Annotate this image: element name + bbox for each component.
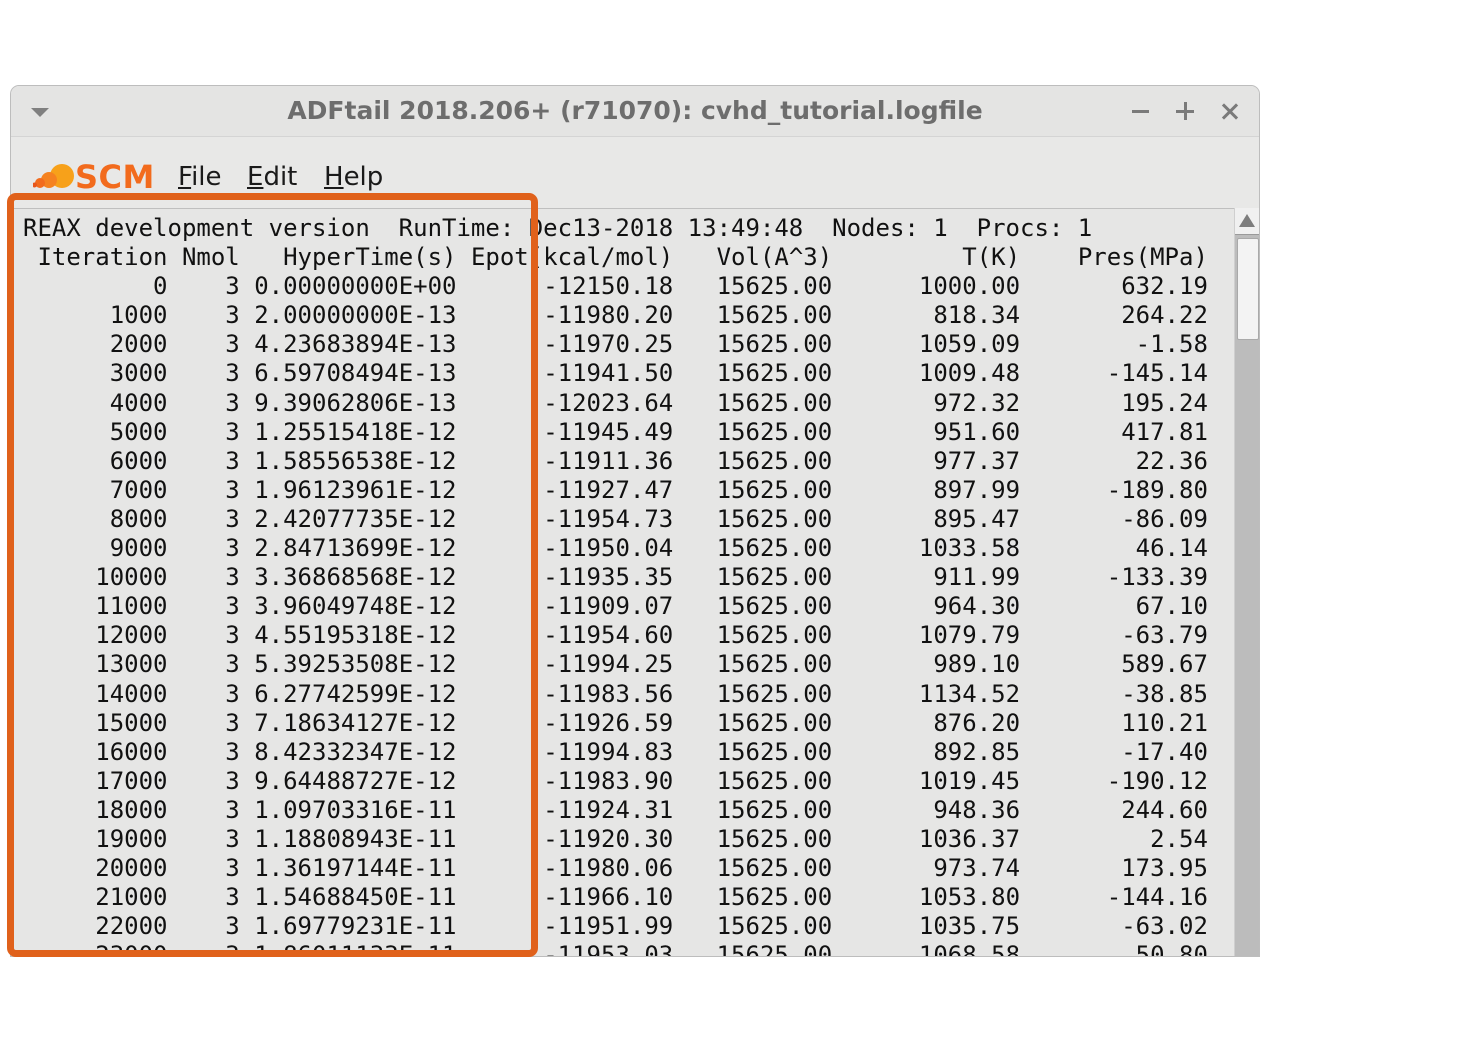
maximize-icon[interactable] (1170, 96, 1200, 126)
log-cell: -133.39 (1020, 563, 1208, 592)
log-cell: 195.24 (1020, 388, 1208, 417)
log-cell: 897.99 (832, 475, 1021, 504)
scm-logo-icon (33, 164, 74, 188)
log-cell: 417.81 (1020, 417, 1208, 446)
log-cell: 895.47 (832, 504, 1021, 533)
menu-help[interactable]: Help (324, 161, 383, 193)
log-cell: 15625.00 (673, 563, 833, 592)
log-cell: 1068.58 (832, 941, 1021, 957)
log-cell: 46.14 (1020, 534, 1208, 563)
log-cell: 15625.00 (673, 446, 833, 475)
log-cell: 244.60 (1020, 795, 1208, 824)
log-cell: 15625.00 (673, 475, 833, 504)
log-cell: 15625.00 (673, 912, 833, 941)
log-cell: 1036.37 (832, 824, 1021, 853)
log-cell: -145.14 (1020, 359, 1208, 388)
log-cell: 948.36 (832, 795, 1021, 824)
log-cell: 15625.00 (673, 941, 833, 957)
scroll-up-icon[interactable] (1235, 208, 1259, 235)
highlight-box (7, 193, 538, 957)
scm-logo-text: SCM (75, 158, 155, 196)
log-cell: 22.36 (1020, 446, 1208, 475)
log-cell: -38.85 (1020, 679, 1208, 708)
log-cell: 110.21 (1020, 708, 1208, 737)
log-cell: 15625.00 (673, 708, 833, 737)
log-cell: 15625.00 (673, 388, 833, 417)
minimize-icon[interactable] (1125, 96, 1155, 126)
log-cell: 15625.00 (673, 766, 833, 795)
log-cell: 15625.00 (673, 592, 833, 621)
log-cell: 1009.48 (832, 359, 1021, 388)
log-cell: 818.34 (832, 301, 1021, 330)
log-cell: 1033.58 (832, 534, 1021, 563)
column-header: Pres(MPa) (1020, 243, 1208, 272)
log-cell: 876.20 (832, 708, 1021, 737)
log-cell: 632.19 (1020, 272, 1208, 301)
log-cell: 15625.00 (673, 359, 833, 388)
log-cell: 15625.00 (673, 824, 833, 853)
log-cell: 1035.75 (832, 912, 1021, 941)
log-cell: 2.54 (1020, 824, 1208, 853)
log-cell: 264.22 (1020, 301, 1208, 330)
log-cell: 1000.00 (832, 272, 1021, 301)
log-cell: 1019.45 (832, 766, 1021, 795)
log-cell: 15625.00 (673, 679, 833, 708)
vertical-scrollbar[interactable] (1234, 208, 1259, 956)
log-cell: 15625.00 (673, 534, 833, 563)
log-cell: 67.10 (1020, 592, 1208, 621)
log-cell: 1134.52 (832, 679, 1021, 708)
log-cell: 15625.00 (673, 621, 833, 650)
log-cell: 1053.80 (832, 883, 1021, 912)
log-cell: 50.80 (1020, 941, 1208, 957)
menu-edit[interactable]: Edit (247, 161, 297, 193)
log-cell: 951.60 (832, 417, 1021, 446)
log-cell: -63.02 (1020, 912, 1208, 941)
log-cell: 973.74 (832, 854, 1021, 883)
log-cell: 989.10 (832, 650, 1021, 679)
log-cell: 15625.00 (673, 504, 833, 533)
log-cell: 15625.00 (673, 795, 833, 824)
log-cell: 15625.00 (673, 301, 833, 330)
log-cell: -189.80 (1020, 475, 1208, 504)
window-title: ADFtail 2018.206+ (r71070): cvhd_tutoria… (287, 96, 983, 125)
log-cell: 15625.00 (673, 417, 833, 446)
menu-file[interactable]: File (178, 161, 222, 193)
log-cell: -63.79 (1020, 621, 1208, 650)
log-cell: 173.95 (1020, 854, 1208, 883)
close-icon[interactable] (1215, 96, 1245, 126)
log-cell: 911.99 (832, 563, 1021, 592)
log-cell: 15625.00 (673, 737, 833, 766)
log-cell: -190.12 (1020, 766, 1208, 795)
log-cell: 15625.00 (673, 272, 833, 301)
log-cell: 977.37 (832, 446, 1021, 475)
log-cell: 964.30 (832, 592, 1021, 621)
log-cell: 1059.09 (832, 330, 1021, 359)
log-cell: 1079.79 (832, 621, 1021, 650)
log-cell: -1.58 (1020, 330, 1208, 359)
log-cell: -144.16 (1020, 883, 1208, 912)
column-header: T(K) (832, 243, 1021, 272)
log-cell: 972.32 (832, 388, 1021, 417)
scrollbar-thumb[interactable] (1237, 238, 1259, 340)
log-cell: 15625.00 (673, 883, 833, 912)
log-cell: -86.09 (1020, 504, 1208, 533)
log-cell: -17.40 (1020, 737, 1208, 766)
log-cell: 589.67 (1020, 650, 1208, 679)
log-cell: 892.85 (832, 737, 1021, 766)
log-cell: 15625.00 (673, 330, 833, 359)
log-cell: 15625.00 (673, 650, 833, 679)
title-bar[interactable]: ADFtail 2018.206+ (r71070): cvhd_tutoria… (11, 86, 1259, 137)
column-header: Vol(A^3) (673, 243, 833, 272)
log-cell: 15625.00 (673, 854, 833, 883)
